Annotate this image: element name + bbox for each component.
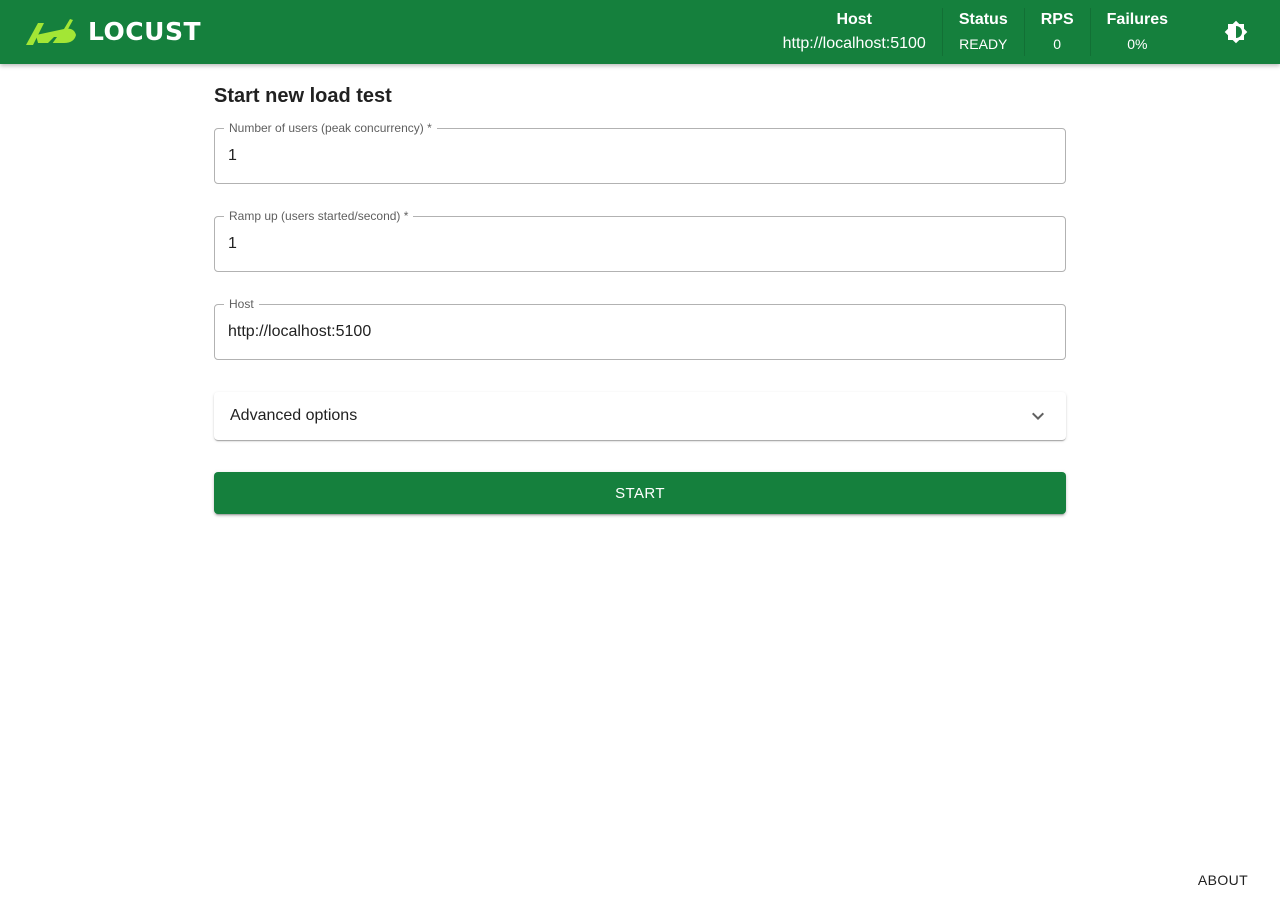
locust-logo-icon (26, 19, 76, 45)
start-button[interactable]: START (214, 472, 1066, 514)
stat-host-value: http://localhost:5100 (782, 35, 926, 52)
logo-text: LOCUST (88, 17, 201, 46)
ramp-up-field: Ramp up (users started/second) * (214, 209, 1066, 272)
stat-failures-label: Failures (1106, 11, 1168, 28)
page-title: Start new load test (214, 85, 392, 107)
stat-host-label: Host (836, 11, 872, 28)
stat-host: Host http://localhost:5100 (767, 8, 942, 56)
brightness-icon (1224, 20, 1248, 44)
users-input[interactable] (215, 129, 1065, 183)
users-field: Number of users (peak concurrency) * (214, 121, 1066, 184)
users-label: Number of users (peak concurrency) * (224, 121, 437, 135)
stat-status-value: READY (959, 36, 1008, 52)
stat-failures: Failures 0% (1089, 8, 1184, 56)
stat-rps: RPS 0 (1023, 8, 1090, 56)
start-test-form: Start new load test Number of users (pea… (214, 64, 1066, 514)
ramp-up-input[interactable] (215, 217, 1065, 271)
host-field: Host (214, 297, 1066, 360)
stat-failures-value: 0% (1127, 36, 1148, 52)
header-stats: Host http://localhost:5100 Status READY … (767, 0, 1184, 64)
stat-rps-value: 0 (1053, 36, 1062, 52)
host-input[interactable] (215, 305, 1065, 359)
host-label: Host (224, 297, 259, 311)
stat-rps-label: RPS (1040, 11, 1074, 28)
about-button[interactable]: ABOUT (1186, 864, 1260, 896)
stat-status-label: Status (958, 11, 1008, 28)
advanced-options-label: Advanced options (230, 407, 358, 424)
theme-toggle-button[interactable] (1216, 12, 1256, 52)
advanced-options-accordion[interactable]: Advanced options (214, 392, 1066, 440)
ramp-up-label: Ramp up (users started/second) * (224, 209, 414, 223)
stat-status: Status READY (941, 8, 1024, 56)
chevron-down-icon (1032, 412, 1044, 420)
app-bar: LOCUST Host http://localhost:5100 Status… (0, 0, 1280, 64)
locust-logo[interactable]: LOCUST (24, 17, 201, 47)
